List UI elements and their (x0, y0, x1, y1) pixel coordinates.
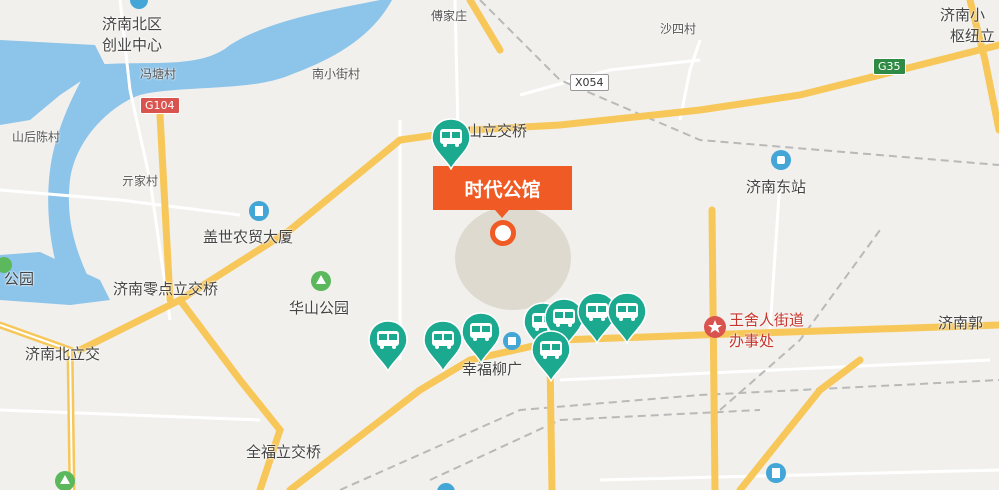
bus-icon (423, 320, 463, 373)
bus-stop-pin[interactable] (606, 292, 648, 345)
bus-icon (461, 312, 501, 365)
label-lingdian-bridge: 济南零点立交桥 (113, 280, 219, 298)
poi-building-icon (130, 0, 148, 9)
bus-stop-pin[interactable] (422, 320, 464, 373)
bus-icon (531, 330, 571, 383)
building-icon-xingfuliu (503, 332, 521, 350)
label-jinan-east-station: 济南东站 (746, 178, 807, 196)
bus-icon (368, 320, 408, 373)
label-jinan-hub: 济南小 (940, 6, 986, 24)
park-tree-icon-left (0, 257, 12, 273)
project-callout[interactable]: 时代公馆 (433, 166, 572, 218)
poi-bottom-partial-icon (437, 483, 455, 490)
project-location-marker[interactable] (490, 220, 516, 246)
train-station-icon (771, 150, 791, 170)
label-jinan-hub-2: 枢纽立 (950, 27, 996, 45)
bus-icon (607, 292, 647, 345)
label-fengtang: 冯塘村 (140, 67, 177, 81)
label-qianjia: 亓家村 (122, 174, 159, 188)
bus-stop-pin[interactable] (430, 118, 472, 171)
shield-x054: X054 (570, 74, 609, 91)
label-wangsheren: 王舍人街道 (729, 311, 805, 329)
label-nanxiaojie: 南小街村 (312, 67, 361, 81)
project-area (455, 206, 571, 310)
shield-g35: G35 (873, 58, 906, 75)
river (48, 0, 393, 305)
label-jinan-north-center-2: 创业中心 (102, 36, 163, 54)
label-jinan-guo: 济南郭 (938, 314, 984, 332)
label-wangsheren-2: 办事处 (729, 332, 775, 350)
label-shasi: 沙四村 (660, 22, 697, 36)
park-tree-icon-bottom (55, 471, 75, 490)
map-canvas[interactable]: 济南北区 创业中心 冯塘村 南小街村 傅家庄 沙四村 济南小 枢纽立 山后陈村 … (0, 0, 999, 490)
label-huashan-park: 华山公园 (289, 299, 350, 317)
label-gaishi: 盖世农贸大厦 (203, 228, 294, 246)
label-quanfu-bridge: 全福立交桥 (246, 443, 322, 461)
bus-icon (431, 118, 471, 171)
bus-stop-pin[interactable] (367, 320, 409, 373)
shield-g104: G104 (140, 97, 180, 114)
label-jinan-north-bridge: 济南北立交 (25, 345, 101, 363)
label-fujiazhuang: 傅家庄 (431, 9, 468, 23)
government-star-icon (704, 316, 726, 338)
park-tree-icon (311, 271, 331, 291)
label-shanhouchen: 山后陈村 (12, 130, 61, 144)
label-jinan-north-center: 济南北区 (102, 15, 163, 33)
poi-bottom-icon (766, 463, 786, 483)
building-icon (249, 201, 269, 221)
bus-stop-pin[interactable] (460, 312, 502, 365)
bus-stop-pin[interactable] (530, 330, 572, 383)
